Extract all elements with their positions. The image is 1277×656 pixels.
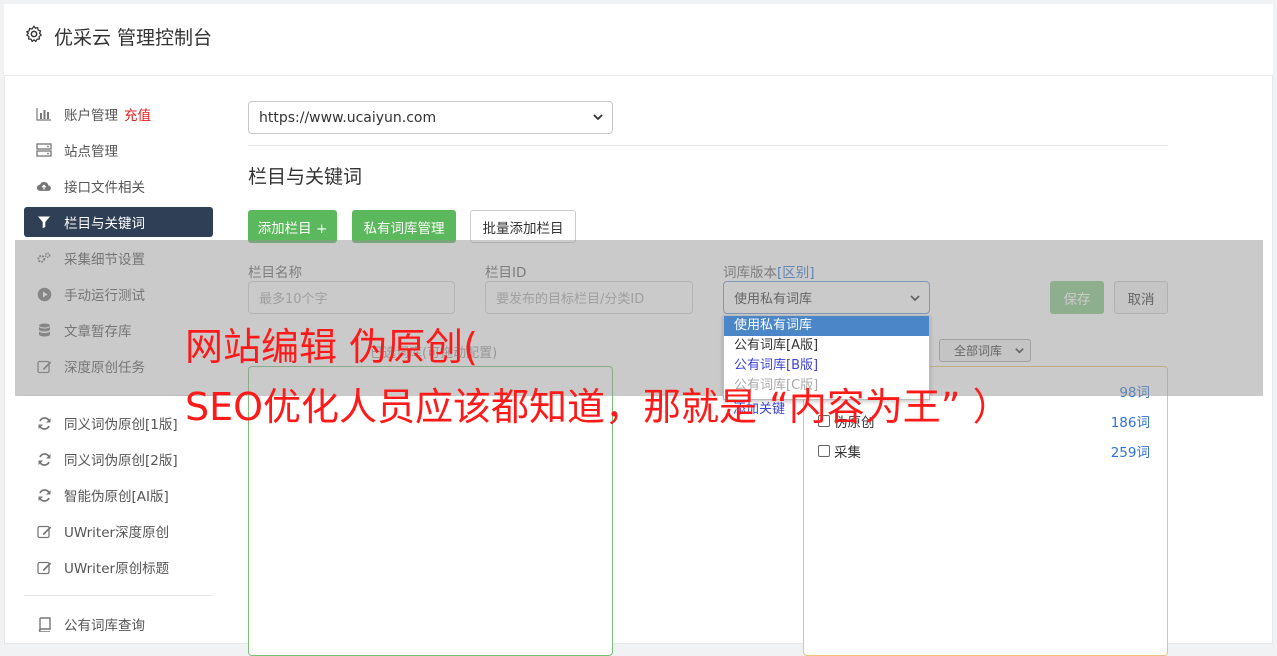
- overlay-caption-line1: 网站编辑 伪原创(: [185, 325, 478, 369]
- sidebar-item-label: 公有词库查询: [64, 618, 145, 634]
- site-select[interactable]: https://www.ucaiyun.com: [248, 101, 613, 134]
- sidebar-item-columns[interactable]: 栏目与关键词: [24, 207, 213, 237]
- overlay-caption-line2: SEO优化人员应该都知道，那就是 “内容为王” ）: [185, 385, 1011, 429]
- private-lib-button[interactable]: 私有词库管理: [352, 210, 456, 243]
- sidebar-item-sites[interactable]: 站点管理: [24, 135, 213, 165]
- sidebar-item-label: UWriter深度原创: [64, 525, 170, 541]
- filter-icon: [36, 214, 52, 230]
- chevron-down-icon: [593, 114, 603, 121]
- sidebar-item-interface[interactable]: 接口文件相关: [24, 171, 213, 201]
- lib-row[interactable]: 采集 259词: [818, 441, 1150, 461]
- dropdown-option[interactable]: 公有词库[A版]: [724, 336, 929, 356]
- lib-count: 259词: [1110, 445, 1150, 461]
- divider: [248, 145, 1168, 146]
- lib-count: 186词: [1110, 415, 1150, 431]
- server-icon: [36, 142, 52, 158]
- grey-overlay-band: [15, 240, 1263, 396]
- sidebar-item-uwriter-deep[interactable]: UWriter深度原创: [24, 516, 213, 546]
- bar-chart-icon: [36, 106, 52, 122]
- sidebar-item-label: 同义词伪原创[2版]: [64, 453, 178, 469]
- recharge-link[interactable]: 充值: [124, 104, 151, 124]
- book-icon: [36, 616, 52, 632]
- section-title: 栏目与关键词: [248, 166, 363, 188]
- refresh-icon: [36, 487, 52, 503]
- sidebar-item-synonym-2[interactable]: 同义词伪原创[2版]: [24, 444, 213, 474]
- lib-checkbox[interactable]: [818, 445, 830, 457]
- app-title: 优采云 管理控制台: [54, 27, 213, 49]
- lib-name: 采集: [834, 445, 861, 461]
- sidebar-item-label: UWriter原创标题: [64, 561, 170, 577]
- edit-icon: [36, 523, 52, 539]
- sidebar-item-label: 账户管理: [64, 108, 118, 124]
- refresh-icon: [36, 415, 52, 431]
- sidebar-item-label: 站点管理: [64, 144, 118, 160]
- cloud-upload-icon: [36, 178, 52, 194]
- sidebar-item-label: 智能伪原创[AI版]: [64, 489, 169, 505]
- sidebar-item-label: 同义词伪原创[1版]: [64, 417, 178, 433]
- dropdown-option[interactable]: 使用私有词库: [724, 316, 929, 336]
- sidebar-item-ai[interactable]: 智能伪原创[AI版]: [24, 480, 213, 510]
- site-select-value: https://www.ucaiyun.com: [259, 109, 437, 126]
- sidebar-item-account[interactable]: 账户管理 充值: [24, 99, 213, 129]
- gear-icon: [26, 25, 42, 43]
- refresh-icon: [36, 451, 52, 467]
- add-column-button[interactable]: 添加栏目 +: [248, 210, 337, 243]
- sidebar-item-label: 栏目与关键词: [64, 216, 145, 232]
- dropdown-option[interactable]: 公有词库[B版]: [724, 356, 929, 376]
- sidebar-item-uwriter-title[interactable]: UWriter原创标题: [24, 552, 213, 582]
- top-header: 优采云 管理控制台: [4, 4, 1273, 76]
- sidebar-divider: [24, 595, 213, 596]
- sidebar-item-label: 接口文件相关: [64, 180, 145, 196]
- edit-icon: [36, 559, 52, 575]
- sidebar-item-public-lib[interactable]: 公有词库查询: [24, 609, 213, 639]
- batch-add-button[interactable]: 批量添加栏目: [470, 210, 576, 243]
